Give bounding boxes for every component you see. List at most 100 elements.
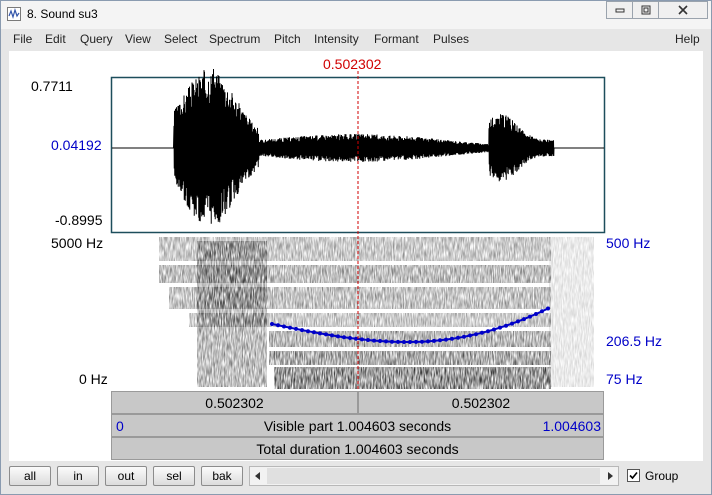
minimize-button[interactable] xyxy=(606,1,633,19)
scroll-left-button[interactable] xyxy=(250,467,266,485)
editor-canvas[interactable]: 0.502302 0.7711 0.04192 -0.8995 5000 Hz … xyxy=(9,51,703,461)
pitch-point xyxy=(384,339,388,344)
spectrogram-band xyxy=(274,367,551,389)
signal-display xyxy=(110,68,606,390)
pitch-point xyxy=(312,330,316,335)
pitch-point xyxy=(396,339,400,344)
menu-pitch[interactable]: Pitch xyxy=(274,32,301,46)
pitch-point xyxy=(360,337,364,342)
close-button[interactable] xyxy=(658,1,708,19)
pitch-point xyxy=(528,314,532,319)
zoom-back-label: bak xyxy=(212,469,232,483)
pitch-point xyxy=(330,333,334,338)
horizontal-scrollbar[interactable] xyxy=(249,466,619,486)
pitch-point xyxy=(378,339,382,343)
pitch-point xyxy=(504,323,508,328)
pitch-point xyxy=(348,336,352,340)
pitch-point xyxy=(318,331,322,336)
total-duration-bar[interactable]: Total duration 1.004603 seconds xyxy=(111,437,604,460)
pitch-point xyxy=(492,327,496,332)
scroll-thumb[interactable] xyxy=(267,468,600,484)
pitch-point xyxy=(534,312,538,316)
zoom-out-button[interactable]: out xyxy=(105,466,147,486)
pitch-point xyxy=(414,339,418,344)
maximize-button[interactable] xyxy=(632,1,659,19)
checkmark-icon xyxy=(629,471,638,480)
pitch-point xyxy=(390,339,394,344)
time-bar-right[interactable]: 0.502302 xyxy=(358,391,604,414)
restore-icon xyxy=(641,5,650,15)
group-checkbox[interactable] xyxy=(627,469,640,482)
pitch-point xyxy=(468,333,472,338)
time-bar-left-label: 0.502302 xyxy=(205,394,264,411)
pitch-point xyxy=(336,334,340,339)
visible-part-bar[interactable]: 0 Visible part 1.004603 seconds 1.004603 xyxy=(111,414,604,437)
app-icon xyxy=(7,7,21,21)
pitch-point xyxy=(426,339,430,344)
zoom-in-button[interactable]: in xyxy=(57,466,99,486)
menu-spectrum[interactable]: Spectrum xyxy=(209,32,260,46)
pitch-point xyxy=(288,325,292,330)
pitch-point xyxy=(522,317,526,322)
pitch-point xyxy=(408,340,412,344)
zoom-out-label: out xyxy=(117,469,135,483)
menu-file[interactable]: File xyxy=(13,32,32,46)
menu-formant[interactable]: Formant xyxy=(374,32,419,46)
pitch-point xyxy=(372,338,376,343)
menu-pulses[interactable]: Pulses xyxy=(433,32,469,46)
pitch-point xyxy=(510,321,514,326)
menu-view[interactable]: View xyxy=(125,32,151,46)
pitch-point xyxy=(300,328,304,333)
menu-intensity[interactable]: Intensity xyxy=(314,32,359,46)
group-label: Group xyxy=(645,469,679,483)
time-bar-left[interactable]: 0.502302 xyxy=(111,391,358,414)
zoom-all-label: all xyxy=(23,469,36,483)
pitch-point xyxy=(444,337,448,342)
pitch-point xyxy=(306,329,310,334)
arrow-right-icon xyxy=(608,472,613,480)
spectrogram-band xyxy=(269,351,551,365)
pitch-point xyxy=(474,332,478,337)
zoom-back-button[interactable]: bak xyxy=(201,466,243,486)
zoom-all-button[interactable]: all xyxy=(9,466,51,486)
zoom-sel-label: sel xyxy=(166,469,182,483)
pitch-point xyxy=(354,336,358,341)
spectrogram-band xyxy=(197,241,267,387)
zoom-in-label: in xyxy=(73,469,83,483)
pitch-point xyxy=(546,306,550,311)
pitch-point xyxy=(516,319,520,324)
pitch-point xyxy=(402,340,406,344)
scroll-right-button[interactable] xyxy=(602,467,618,485)
pitch-point xyxy=(342,335,346,340)
pitch-point xyxy=(498,325,502,330)
pitch-point xyxy=(432,338,436,343)
spectrogram-band xyxy=(549,237,594,387)
visible-start-label: 0 xyxy=(116,418,124,434)
arrow-left-icon xyxy=(255,472,260,480)
pitch-point xyxy=(456,335,460,340)
pitch-point xyxy=(450,336,454,341)
pitch-point xyxy=(294,326,298,331)
pitch-point xyxy=(480,330,484,335)
spectrogram-band xyxy=(269,331,551,347)
pitch-point xyxy=(276,323,280,328)
close-icon xyxy=(678,5,688,15)
title-bar: 8. Sound su3 xyxy=(1,1,711,29)
menu-edit[interactable]: Edit xyxy=(45,32,66,46)
menu-select[interactable]: Select xyxy=(164,32,197,46)
bottom-toolbar: all in out sel bak Group xyxy=(1,461,711,494)
pitch-point xyxy=(438,338,442,343)
menu-query[interactable]: Query xyxy=(80,32,113,46)
sound-editor-window: 8. Sound su3 File Edit Query View Select… xyxy=(0,0,712,495)
visible-end-label: 1.004603 xyxy=(542,418,601,434)
pitch-point xyxy=(462,334,466,339)
pitch-point xyxy=(366,338,370,342)
visible-part-label: Visible part 1.004603 seconds xyxy=(263,417,452,434)
pitch-point xyxy=(420,339,424,344)
pitch-point xyxy=(540,309,544,314)
pitch-point xyxy=(282,324,286,329)
menu-help[interactable]: Help xyxy=(675,32,700,46)
menu-bar: File Edit Query View Select Spectrum Pit… xyxy=(1,29,711,49)
pitch-point xyxy=(324,332,328,337)
zoom-sel-button[interactable]: sel xyxy=(153,466,195,486)
